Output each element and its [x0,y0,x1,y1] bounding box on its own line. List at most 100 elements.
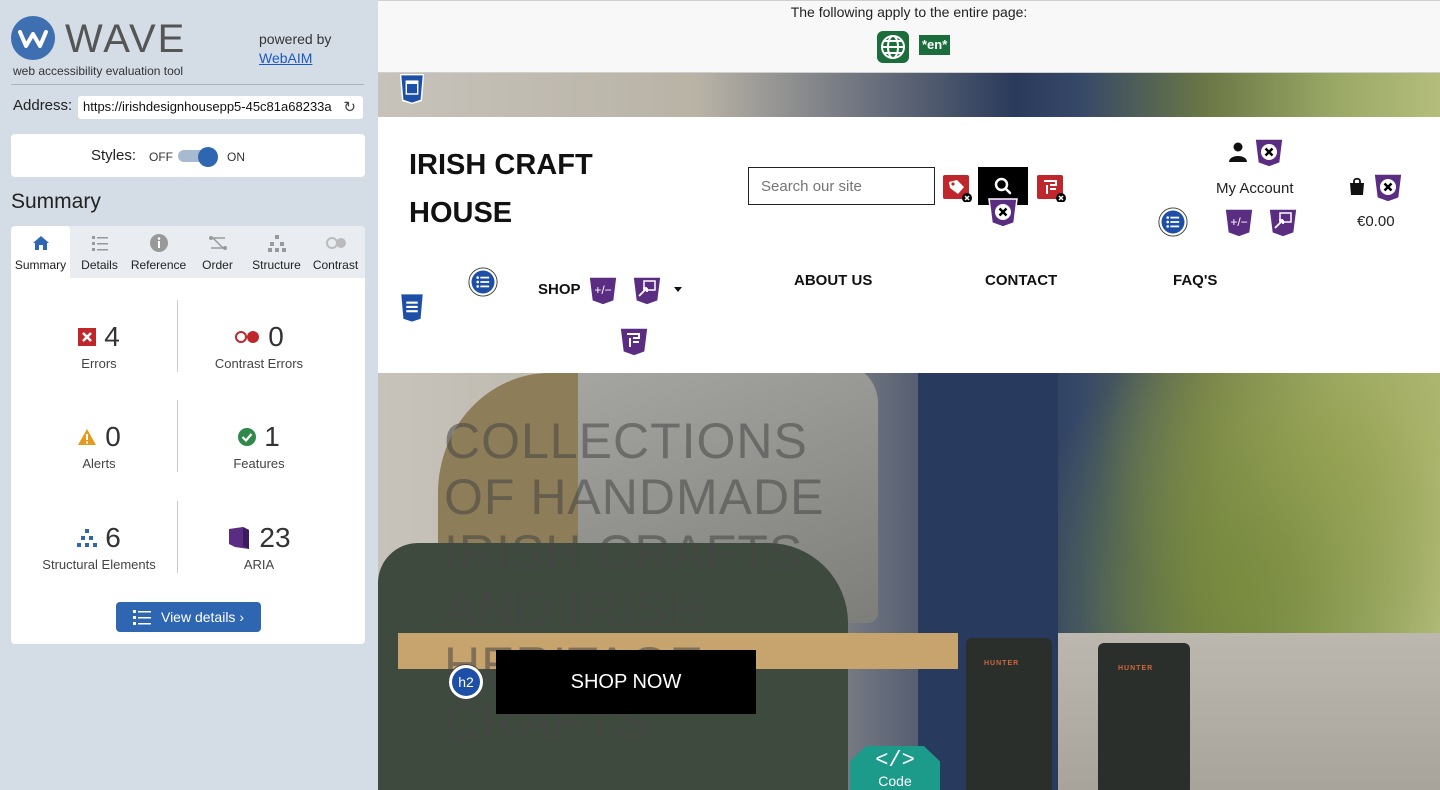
tab-summary[interactable]: Summary [11,226,70,278]
nav-shop[interactable]: SHOP [538,281,581,298]
code-label: Code [878,773,912,789]
brand-line-2: HOUSE [409,197,513,229]
structural-label: Structural Elements [42,557,156,572]
empty-button-error-icon[interactable] [1035,172,1067,202]
error-icon [78,328,97,346]
tab-structure[interactable]: Structure [247,226,306,278]
styles-label: Styles: [91,147,137,164]
stat-contrast-errors[interactable]: 0 Contrast Errors [179,318,339,398]
stat-features[interactable]: 1 Features [179,418,339,498]
stat-alerts[interactable]: 0 Alerts [19,418,179,498]
wave-sidebar: WAVE web accessibility evaluation tool p… [0,0,378,790]
stat-structural[interactable]: 6 Structural Elements [19,519,179,599]
styles-toggle-card: Styles: OFF ON [11,134,365,177]
language-globe-icon[interactable] [877,31,909,63]
structure-icon [267,235,286,252]
heading-h2-icon[interactable]: h2 [448,664,484,700]
wave-header: WAVE web accessibility evaluation tool p… [0,0,378,86]
site-header: IRISH CRAFT HOUSE My Account +/− [378,117,1440,373]
nav-landmark-icon[interactable] [396,293,434,335]
contrast-error-icon [235,331,260,343]
view-details-button[interactable]: View details › [116,602,261,632]
list-icon [91,236,108,251]
toggle-knob [198,147,218,167]
aria-hidden-icon[interactable] [1253,137,1285,167]
tab-contrast[interactable]: Contrast [306,226,365,278]
contrast-icon [325,237,346,249]
summary-panel: 4 Errors 0 Contrast Errors 0 Alerts 1 Fe… [11,278,365,644]
tab-order[interactable]: Order [188,226,247,278]
aria-hidden-icon[interactable] [1372,172,1404,202]
website-preview: HUNTER HUNTER COLLECTIONS OF HANDMADE IR… [378,0,1440,790]
svg-text:+/−: +/− [594,283,611,297]
reload-icon[interactable]: ↻ [343,98,356,116]
address-value: https://irishdesignhousepp5-45c81a68233a [83,99,332,114]
site-brand[interactable]: IRISH CRAFT HOUSE [409,141,639,237]
aria-expanded-icon[interactable]: +/− [587,275,619,305]
stat-divider [177,501,178,573]
cart-total[interactable]: €0.00 [1357,213,1395,230]
account-icon[interactable] [1229,142,1247,162]
order-icon [208,236,227,250]
aria-popup-icon[interactable] [631,275,663,305]
tab-label: Summary [14,258,67,272]
list-structure-icon[interactable] [1157,207,1191,241]
aria-role-icon[interactable] [618,326,650,356]
shop-dropdown-caret-icon[interactable] [674,287,682,292]
missing-label-error-icon[interactable] [941,172,973,202]
aria-expanded-icon[interactable]: +/− [1223,207,1255,237]
aria-label: ARIA [243,557,275,572]
h2-label: h2 [452,668,480,696]
tab-label: Structure [252,258,301,272]
address-label: Address: [13,97,73,114]
tab-label: Reference [130,258,187,272]
language-badge[interactable]: *en* [919,35,951,55]
wave-tagline: web accessibility evaluation tool [13,64,184,78]
hero-boot-right: HUNTER [1098,643,1190,790]
features-label: Features [233,456,285,471]
code-icon: </> [875,748,915,773]
styles-on-label: ON [227,150,245,164]
brand-line-1: IRISH CRAFT [409,149,593,181]
stat-aria[interactable]: 23 ARIA [179,519,339,599]
hero-boot-left: HUNTER [966,638,1052,790]
shop-now-button[interactable]: SHOP NOW [496,650,756,714]
nav-faq[interactable]: FAQ'S [1173,272,1217,289]
header-landmark-icon[interactable] [396,74,434,116]
feature-icon [238,428,257,446]
page-wide-banner: The following apply to the entire page: … [378,0,1440,73]
aria-popup-icon[interactable] [1267,207,1299,237]
aria-icon [229,527,250,549]
svg-text:+/−: +/− [1230,215,1247,229]
shopping-bag-icon[interactable] [1348,177,1366,195]
alerts-count: 0 [105,421,121,452]
errors-count: 4 [104,321,120,352]
styles-off-label: OFF [149,150,173,164]
features-count: 1 [264,421,280,452]
address-input[interactable]: https://irishdesignhousepp5-45c81a68233a… [78,96,363,119]
powered-by: powered by WebAIM [259,30,331,68]
my-account-link[interactable]: My Account [1216,180,1294,197]
address-row: Address: https://irishdesignhousepp5-45c… [0,95,378,119]
nav-contact[interactable]: CONTACT [985,272,1057,289]
alerts-label: Alerts [82,456,116,471]
webaim-link[interactable]: WebAIM [259,49,331,68]
search-icon [994,177,1012,195]
styles-toggle[interactable] [178,147,218,167]
list-icon [132,610,151,625]
powered-by-text: powered by [259,31,332,47]
nav-about[interactable]: ABOUT US [794,272,872,289]
tab-label: Order [202,258,233,272]
errors-label: Errors [81,356,117,371]
wave-tabs: Summary Details Reference Order Structur… [11,226,365,278]
tab-reference[interactable]: Reference [129,226,188,278]
list-structure-icon[interactable] [467,267,501,301]
boot-brand-label: HUNTER [984,660,1020,667]
aria-hidden-icon[interactable] [987,197,1019,227]
structure-icon [77,529,98,547]
stat-errors[interactable]: 4 Errors [19,318,179,398]
tab-details[interactable]: Details [70,226,129,278]
contrast-errors-label: Contrast Errors [214,356,304,371]
code-toggle-button[interactable]: </> Code [850,746,940,790]
search-input[interactable] [748,167,935,205]
